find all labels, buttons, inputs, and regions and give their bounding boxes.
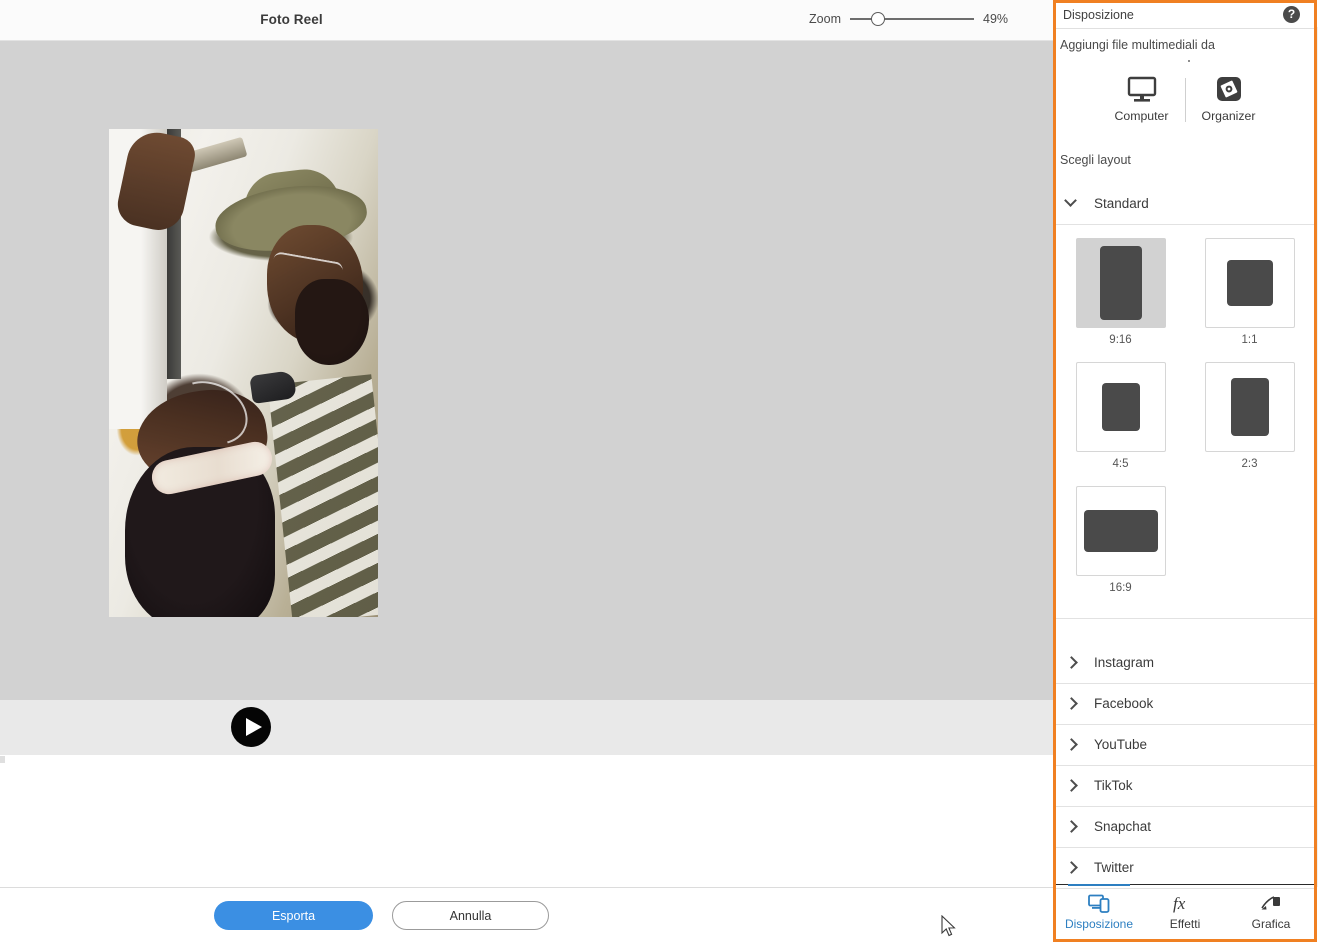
source-organizer-button[interactable]: Organizer [1186, 76, 1272, 123]
preview-photo [109, 129, 378, 617]
accordion-twitter[interactable]: Twitter [1056, 848, 1314, 889]
disposizione-panel: Disposizione ? Aggiungi file multimedial… [1056, 3, 1314, 939]
zoom-slider-track[interactable] [850, 18, 974, 20]
decorative-dot [1188, 60, 1190, 62]
zoom-slider[interactable] [850, 11, 974, 27]
layout-option-4x5[interactable]: 4:5 [1056, 362, 1185, 470]
standard-layouts-section: Standard 9:16 1:1 4:5 2:3 16:9 [1056, 184, 1314, 619]
layout-ratio-label: 2:3 [1241, 458, 1258, 470]
help-icon[interactable]: ? [1283, 6, 1300, 23]
zoom-label: Zoom [809, 12, 841, 26]
layout-option-16x9[interactable]: 16:9 [1056, 486, 1185, 594]
accordion-snapchat-label: Snapchat [1094, 819, 1152, 834]
timeline-clip-stub[interactable] [0, 756, 5, 763]
canvas-preview-area[interactable] [0, 41, 1053, 700]
zoom-control-group: Zoom 49% [809, 11, 1009, 27]
application-window: Foto Reel Zoom 49% Esporta Annulla Dispo… [0, 0, 1321, 942]
media-source-row: Computer Organizer [1056, 76, 1314, 134]
chevron-right-icon [1065, 861, 1078, 874]
accordion-youtube[interactable]: YouTube [1056, 725, 1314, 766]
export-button[interactable]: Esporta [214, 901, 373, 930]
layout-thumbnail[interactable] [1075, 238, 1166, 328]
layout-thumbnail[interactable] [1204, 238, 1295, 328]
add-media-label: Aggiungi file multimediali da [1060, 38, 1215, 52]
layout-option-2x3[interactable]: 2:3 [1185, 362, 1314, 470]
layout-thumbnail[interactable] [1204, 362, 1295, 452]
layout-thumbnail[interactable] [1075, 486, 1166, 576]
layout-option-1x1[interactable]: 1:1 [1185, 238, 1314, 346]
tab-disposizione-label: Disposizione [1064, 917, 1134, 931]
accordion-instagram[interactable]: Instagram [1056, 643, 1314, 684]
chevron-right-icon [1065, 820, 1078, 833]
devices-icon [1088, 893, 1110, 913]
tab-grafica-label: Grafica [1251, 917, 1291, 931]
layout-thumbnail-grid: 9:16 1:1 4:5 2:3 16:9 [1056, 225, 1314, 619]
monitor-icon [1127, 76, 1156, 102]
photo-frame[interactable] [109, 129, 378, 617]
timeline-area[interactable] [0, 755, 1053, 887]
organizer-icon [1216, 77, 1241, 101]
panel-header: Disposizione ? [1056, 3, 1314, 29]
accordion-tiktok[interactable]: TikTok [1056, 766, 1314, 807]
source-computer-label: Computer [1114, 109, 1169, 123]
chevron-right-icon [1065, 779, 1078, 792]
zoom-slider-thumb[interactable] [870, 12, 885, 26]
tab-effetti[interactable]: fx Effetti [1142, 885, 1228, 939]
layout-ratio-label: 9:16 [1109, 334, 1132, 346]
top-toolbar: Foto Reel Zoom 49% [0, 0, 1053, 41]
accordion-youtube-label: YouTube [1094, 737, 1148, 752]
chevron-right-icon [1065, 697, 1078, 710]
source-organizer-label: Organizer [1201, 109, 1256, 123]
bottom-action-bar: Esporta Annulla [0, 887, 1053, 942]
chevron-right-icon [1065, 738, 1078, 751]
accordion-tiktok-label: TikTok [1094, 778, 1133, 793]
accordion-twitter-label: Twitter [1094, 860, 1134, 875]
panel-title: Disposizione [1063, 8, 1134, 22]
player-strip [0, 700, 1053, 755]
photo-detail-beard [295, 279, 369, 365]
accordion-standard[interactable]: Standard [1056, 184, 1314, 225]
accordion-facebook[interactable]: Facebook [1056, 684, 1314, 725]
svg-text:fx: fx [1173, 894, 1186, 913]
accordion-facebook-label: Facebook [1094, 696, 1154, 711]
accordion-standard-label: Standard [1094, 196, 1149, 211]
choose-layout-label: Scegli layout [1060, 153, 1131, 167]
accordion-snapchat[interactable]: Snapchat [1056, 807, 1314, 848]
layout-shape [1226, 260, 1273, 306]
page-title: Foto Reel [260, 12, 323, 27]
editor-area: Foto Reel Zoom 49% Esporta Annulla [0, 0, 1053, 942]
play-icon[interactable] [231, 707, 271, 747]
layout-ratio-label: 4:5 [1112, 458, 1129, 470]
panel-tab-bar: Disposizione fx Effetti Grafica [1056, 884, 1314, 939]
accordion-instagram-label: Instagram [1094, 655, 1155, 670]
fx-icon: fx [1172, 893, 1198, 913]
zoom-value: 49% [983, 12, 1009, 26]
tab-disposizione[interactable]: Disposizione [1056, 884, 1142, 939]
tab-effetti-label: Effetti [1169, 917, 1201, 931]
source-computer-button[interactable]: Computer [1099, 76, 1185, 123]
layout-thumbnail[interactable] [1075, 362, 1166, 452]
chevron-right-icon [1065, 656, 1078, 669]
layout-option-9x16[interactable]: 9:16 [1056, 238, 1185, 346]
layout-shape [1083, 510, 1158, 552]
layout-shape [1230, 378, 1269, 436]
layout-shape [1099, 246, 1142, 320]
social-layout-sections: Instagram Facebook YouTube TikTok Snapchat Tw… [1056, 643, 1314, 889]
chevron-down-icon [1064, 194, 1077, 207]
photo-detail-striped-shirt [267, 374, 378, 617]
tab-grafica[interactable]: Grafica [1228, 885, 1314, 939]
layout-ratio-label: 1:1 [1241, 334, 1258, 346]
layout-shape [1101, 383, 1140, 431]
layout-ratio-label: 16:9 [1109, 582, 1132, 594]
graphics-icon [1259, 893, 1283, 913]
cancel-button[interactable]: Annulla [392, 901, 549, 930]
